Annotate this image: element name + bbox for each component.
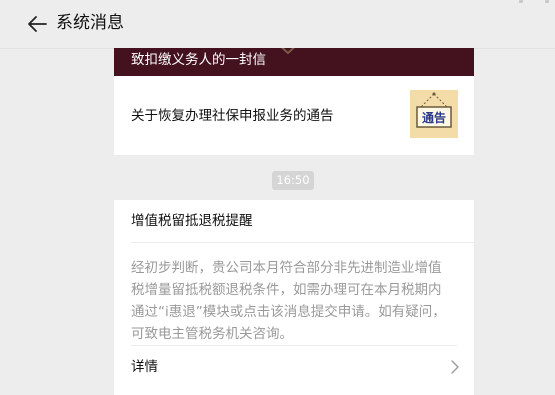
message-card[interactable]: 增值税留抵退税提醒 经初步判断，贵公司本月符合部分非先进制造业增值税增量留抵税额… bbox=[114, 200, 474, 395]
notice-board-icon: 通告 bbox=[410, 90, 458, 138]
notice-banner[interactable]: 致扣缴义务人的一封信 bbox=[114, 48, 474, 76]
details-label: 详情 bbox=[131, 359, 158, 375]
message-body: 经初步判断，贵公司本月符合部分非先进制造业增值税增量留抵税额退税条件，如需办理可… bbox=[131, 260, 446, 342]
divider bbox=[131, 242, 474, 243]
banner-envelope-decoration bbox=[281, 48, 295, 54]
notice-board-label: 通告 bbox=[422, 110, 446, 125]
details-link[interactable]: 详情 bbox=[114, 346, 474, 390]
chevron-right-icon bbox=[451, 360, 459, 374]
timestamp-badge: 16:50 bbox=[272, 171, 314, 190]
banner-title: 致扣缴义务人的一封信 bbox=[131, 52, 266, 68]
message-title: 增值税留抵退税提醒 bbox=[131, 213, 253, 229]
page-title: 系统消息 bbox=[56, 13, 124, 33]
window-controls-fragment bbox=[511, 0, 551, 4]
arrow-left-icon[interactable] bbox=[26, 13, 48, 35]
notice-title[interactable]: 关于恢复办理社保申报业务的通告 bbox=[131, 106, 334, 126]
top-bar: 系统消息 bbox=[0, 0, 555, 49]
notice-card[interactable]: 致扣缴义务人的一封信 关于恢复办理社保申报业务的通告 通告 bbox=[114, 48, 474, 155]
